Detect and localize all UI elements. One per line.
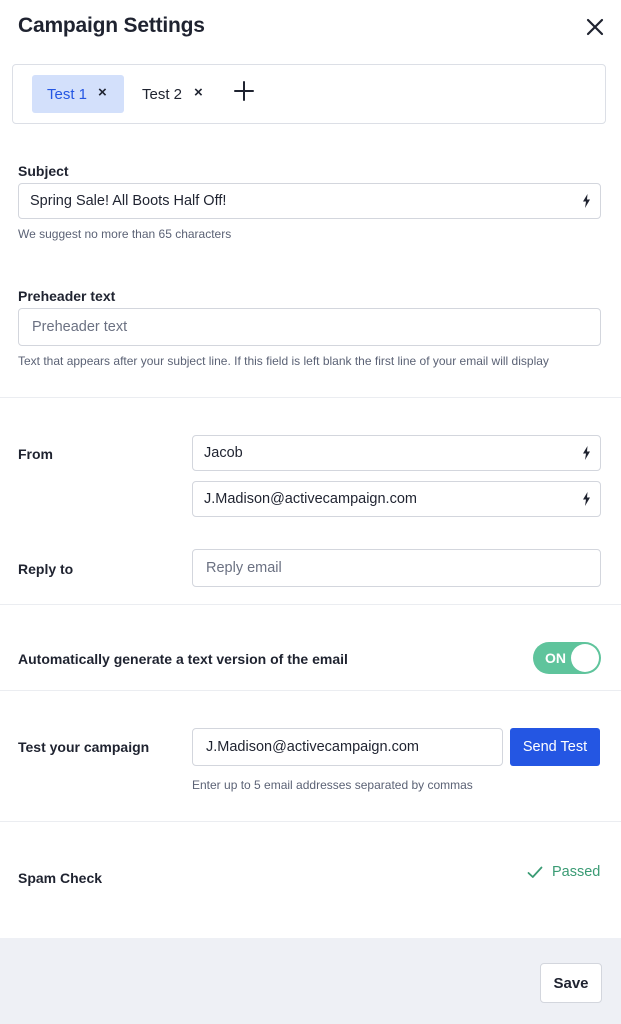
divider bbox=[0, 821, 621, 822]
tab-bar: Test 1 × Test 2 × bbox=[12, 64, 606, 124]
lightning-bolt-icon[interactable] bbox=[582, 446, 591, 460]
test-campaign-helper: Enter up to 5 email addresses separated … bbox=[192, 778, 473, 792]
text-version-toggle[interactable]: ON bbox=[533, 642, 601, 674]
send-test-button[interactable]: Send Test bbox=[510, 728, 600, 766]
check-icon bbox=[527, 866, 543, 878]
divider bbox=[0, 690, 621, 691]
page-title: Campaign Settings bbox=[18, 14, 205, 37]
plus-icon[interactable] bbox=[233, 80, 255, 102]
from-name-select[interactable]: Jacob bbox=[192, 435, 601, 471]
subject-input-field[interactable] bbox=[30, 184, 600, 218]
preheader-input[interactable] bbox=[18, 308, 601, 346]
tab-label: Test 1 bbox=[47, 85, 88, 103]
spam-status: Passed bbox=[527, 864, 600, 880]
test-email-input-field[interactable] bbox=[206, 729, 502, 765]
divider bbox=[0, 604, 621, 605]
toggle-knob bbox=[571, 644, 599, 672]
reply-email-input-field[interactable] bbox=[206, 550, 600, 586]
preheader-label: Preheader text bbox=[18, 288, 116, 304]
reply-email-input[interactable] bbox=[192, 549, 601, 587]
tab-test-1[interactable]: Test 1 × bbox=[32, 75, 124, 113]
from-name-value: Jacob bbox=[204, 445, 243, 461]
from-label: From bbox=[18, 446, 53, 462]
spam-status-text: Passed bbox=[552, 864, 601, 880]
preheader-helper: Text that appears after your subject lin… bbox=[18, 354, 549, 368]
test-email-input[interactable] bbox=[192, 728, 503, 766]
from-email-value: J.Madison@activecampaign.com bbox=[204, 491, 417, 507]
reply-to-label: Reply to bbox=[18, 561, 74, 577]
divider bbox=[0, 397, 621, 398]
save-button[interactable]: Save bbox=[540, 963, 602, 1003]
tab-test-2[interactable]: Test 2 × bbox=[131, 75, 211, 113]
remove-tab-icon[interactable]: × bbox=[194, 84, 203, 101]
footer-bar bbox=[0, 938, 621, 1024]
toggle-label: ON bbox=[545, 650, 566, 666]
preheader-input-field[interactable] bbox=[32, 309, 600, 345]
close-icon[interactable] bbox=[584, 16, 606, 38]
spam-check-label: Spam Check bbox=[18, 870, 103, 886]
test-campaign-label: Test your campaign bbox=[18, 739, 150, 755]
subject-label: Subject bbox=[18, 163, 69, 179]
from-email-select[interactable]: J.Madison@activecampaign.com bbox=[192, 481, 601, 517]
lightning-bolt-icon[interactable] bbox=[582, 194, 591, 208]
subject-input[interactable] bbox=[18, 183, 601, 219]
text-version-label: Automatically generate a text version of… bbox=[18, 651, 348, 667]
subject-helper: We suggest no more than 65 characters bbox=[18, 227, 232, 241]
tab-label: Test 2 bbox=[142, 85, 183, 103]
lightning-bolt-icon[interactable] bbox=[582, 492, 591, 506]
remove-tab-icon[interactable]: × bbox=[98, 84, 107, 101]
